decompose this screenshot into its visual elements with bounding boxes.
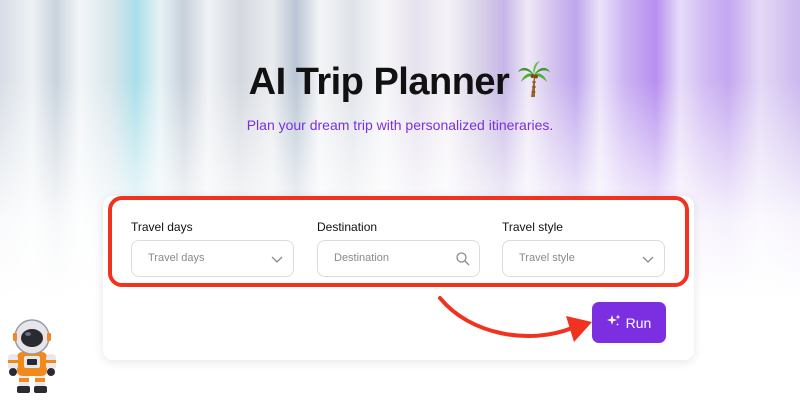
run-button-label: Run xyxy=(625,314,652,331)
page-title: AI Trip Planner xyxy=(0,60,800,104)
run-button[interactable]: Run xyxy=(592,302,666,343)
page-subtitle: Plan your dream trip with personalized i… xyxy=(246,117,554,133)
title-text: AI Trip Planner xyxy=(248,61,510,103)
palm-tree-icon xyxy=(517,61,551,103)
sparkle-icon xyxy=(606,314,621,331)
annotation-highlight-box xyxy=(108,196,689,287)
astronaut-icon xyxy=(4,318,60,394)
page: AI Trip Planner Plan your dream trip wit… xyxy=(0,0,800,400)
